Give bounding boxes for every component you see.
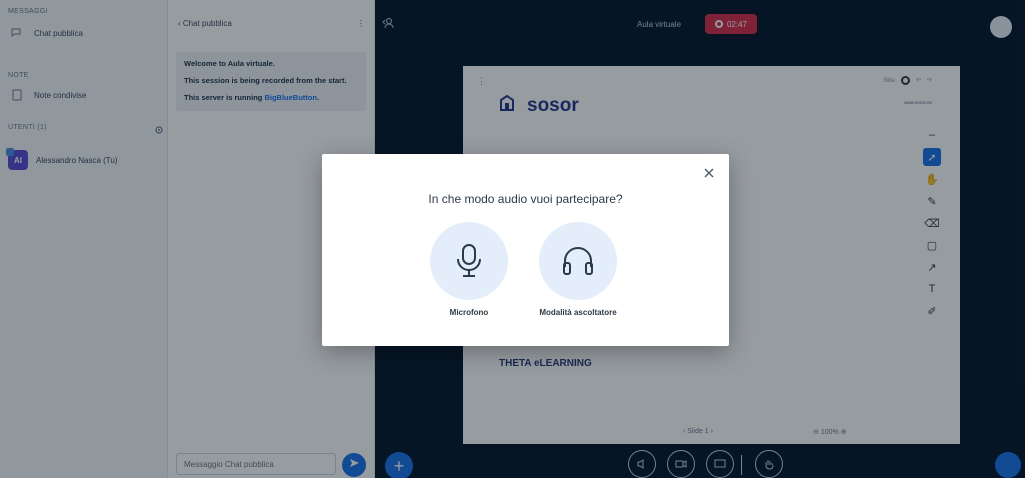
microphone-circle[interactable] [430, 222, 508, 300]
microphone-label: Microfono [449, 308, 489, 317]
close-button[interactable] [700, 166, 718, 184]
microphone-icon [457, 244, 481, 277]
listen-only-label: Modalità ascoltatore [539, 308, 617, 317]
modal-title: In che modo audio vuoi partecipare? [428, 192, 623, 206]
headphones-icon [563, 246, 593, 275]
microphone-option-button[interactable]: Microfono [419, 222, 519, 317]
close-icon [703, 166, 715, 184]
listen-only-option-button[interactable]: Modalità ascoltatore [528, 222, 628, 317]
headphones-circle[interactable] [539, 222, 617, 300]
audio-modal: In che modo audio vuoi partecipare? Micr… [322, 154, 729, 346]
